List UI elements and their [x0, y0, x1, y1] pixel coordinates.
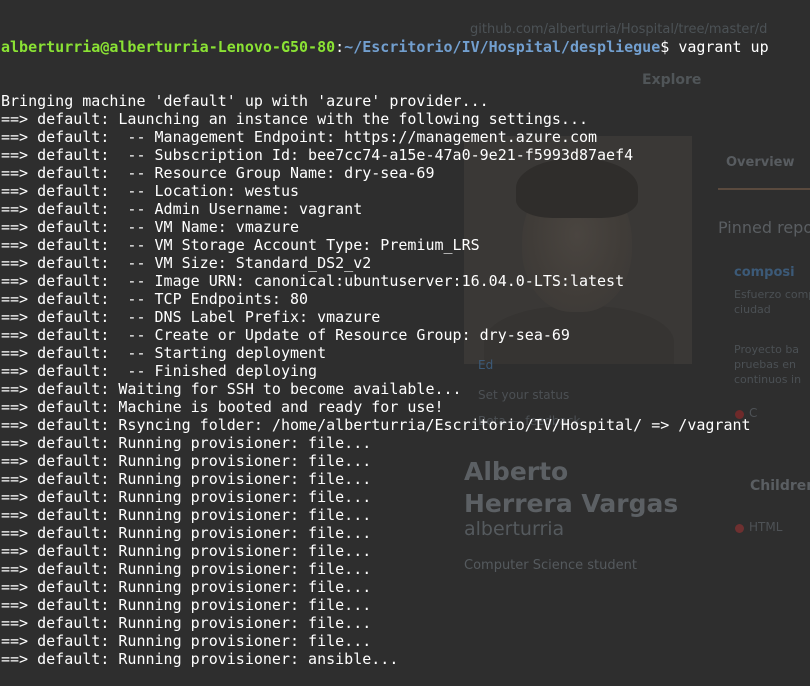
output-line: ==> default: -- VM Name: vmazure — [1, 218, 300, 236]
terminal-output[interactable]: alberturria@alberturria-Lenovo-G50-80:~/… — [0, 0, 769, 686]
output-line: ==> default: Running provisioner: file..… — [1, 452, 372, 470]
output-line: ==> default: Running provisioner: file..… — [1, 560, 372, 578]
prompt-separator: : — [335, 38, 345, 56]
output-line: ==> default: -- VM Size: Standard_DS2_v2 — [1, 254, 372, 272]
output-line: ==> default: -- Subscription Id: bee7cc7… — [1, 146, 634, 164]
output-line: ==> default: -- Resource Group Name: dry… — [1, 164, 435, 182]
prompt-path: ~/Escritorio/IV/Hospital/despliegue — [344, 38, 661, 56]
prompt-user-host: alberturria@alberturria-Lenovo-G50-80 — [1, 38, 336, 56]
output-line: ==> default: Running provisioner: ansibl… — [1, 650, 399, 668]
output-line: ==> default: Running provisioner: file..… — [1, 434, 372, 452]
output-line: ==> default: Running provisioner: file..… — [1, 542, 372, 560]
prompt-command: vagrant up — [678, 38, 769, 56]
output-line: ==> default: Running provisioner: file..… — [1, 470, 372, 488]
output-line: ==> default: Running provisioner: file..… — [1, 632, 372, 650]
output-line: ==> default: Running provisioner: file..… — [1, 596, 372, 614]
output-line: ==> default: -- Management Endpoint: htt… — [1, 128, 598, 146]
output-line: ==> default: Running provisioner: file..… — [1, 614, 372, 632]
output-line: ==> default: Rsyncing folder: /home/albe… — [1, 416, 751, 434]
output-lines: Bringing machine 'default' up with 'azur… — [1, 92, 769, 668]
output-line: ==> default: Waiting for SSH to become a… — [1, 380, 462, 398]
output-line: ==> default: -- Create or Update of Reso… — [1, 326, 570, 344]
output-line: ==> default: -- VM Storage Account Type:… — [1, 236, 480, 254]
output-line: ==> default: -- Finished deploying — [1, 362, 318, 380]
output-line: ==> default: Running provisioner: file..… — [1, 524, 372, 542]
output-line: ==> default: -- Starting deployment — [1, 344, 327, 362]
output-line: ==> default: Launching an instance with … — [1, 110, 588, 128]
output-line: ==> default: Running provisioner: file..… — [1, 506, 372, 524]
output-line: ==> default: -- Admin Username: vagrant — [1, 200, 363, 218]
output-line: Bringing machine 'default' up with 'azur… — [1, 92, 489, 110]
output-line: ==> default: Machine is booted and ready… — [1, 398, 444, 416]
output-line: ==> default: -- Image URN: canonical:ubu… — [1, 272, 625, 290]
prompt-symbol: $ — [660, 38, 679, 56]
output-line: ==> default: -- Location: westus — [1, 182, 300, 200]
output-line: ==> default: -- TCP Endpoints: 80 — [1, 290, 309, 308]
shell-prompt-line: alberturria@alberturria-Lenovo-G50-80:~/… — [1, 38, 769, 56]
output-line: ==> default: -- DNS Label Prefix: vmazur… — [1, 308, 381, 326]
output-line: ==> default: Running provisioner: file..… — [1, 488, 372, 506]
